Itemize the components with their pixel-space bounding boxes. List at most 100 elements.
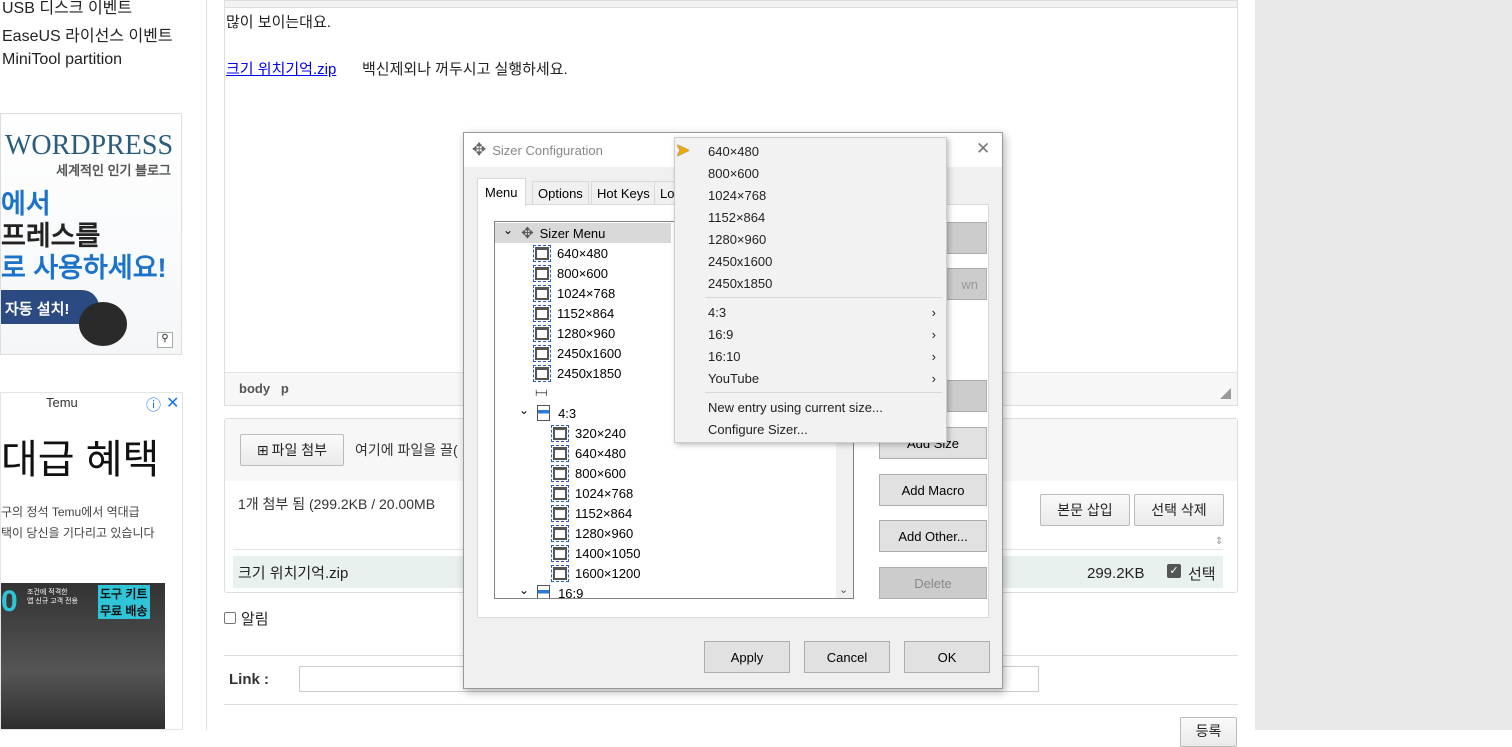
sidebar-link[interactable]: MiniTool partition [2,51,122,69]
tree-item[interactable]: 320×240 [551,423,626,443]
expand-chevron-icon[interactable]: ⌄ [519,403,529,417]
ad-logo: WORDPRESS [5,130,174,161]
tree-item[interactable]: 1152×864 [533,303,615,323]
tab-hot-keys[interactable]: Hot Keys [591,181,656,205]
tree-separator[interactable]: ⊢⊣ [535,383,548,403]
tree-item[interactable]: 1400×1050 [551,543,640,563]
window-icon [533,344,551,362]
dialog-title: Sizer Configuration [492,142,603,158]
tree-item-label: 16:9 [558,585,584,599]
select-checkbox[interactable]: ✓ [1167,564,1181,578]
attachment-link[interactable]: 크기 위치기억.zip [226,58,336,79]
window-icon [551,544,569,562]
menu-item-action[interactable]: Configure Sizer... [708,418,936,440]
ok-button[interactable]: OK [904,641,990,673]
menu-separator [705,392,942,393]
menu-item-label: 4:3 [708,304,727,320]
wordpress-ad[interactable]: WORDPRESS 세계적인 인기 블로그 에서 프레스를 로 사용하세요! 자… [0,113,182,355]
group-icon [537,585,551,598]
expand-chevron-icon[interactable]: ⌄ [519,583,529,597]
delete-selected-button[interactable]: 선택 삭제 [1134,494,1224,526]
menu-item-size[interactable]: 1280×960 [708,228,936,250]
tree-item[interactable]: 2450x1850 [533,363,621,383]
menu-item-submenu[interactable]: 4:3 › [708,301,936,323]
menu-item-size[interactable]: 1152×864 [708,206,936,228]
menu-item-size[interactable]: 1024×768 [708,184,936,206]
info-icon[interactable]: ⓘ [146,394,161,415]
window-icon [533,244,551,262]
tab-menu[interactable]: Menu [477,178,526,206]
page-background [1255,0,1512,730]
add-macro-button[interactable]: Add Macro [879,474,987,506]
cancel-button[interactable]: Cancel [804,641,890,673]
tree-item-label: 1600×1200 [575,565,641,581]
move-arrows-icon: ✥ [521,225,534,242]
tree-item[interactable]: 1280×960 [551,523,633,543]
move-arrows-icon: ✥ [472,140,487,159]
submenu-arrow-icon: › [931,348,936,364]
notify-label: 알림 [241,611,269,628]
drop-hint: 여기에 파일을 끌( [355,442,458,458]
tree-group[interactable]: ⌄ 16:9 [519,583,584,599]
ad-headline: 대급 혜택 [1,438,160,482]
tree-item[interactable]: 2450x1600 [533,343,622,363]
path-tag[interactable]: p [281,381,289,396]
window-icon [533,364,551,382]
tree-root[interactable]: ⌄ ✥ Sizer Menu [495,223,671,243]
menu-item-size[interactable]: 2450x1850 [708,272,936,294]
delete-button[interactable]: Delete [879,567,987,599]
menu-item-action[interactable]: New entry using current size... [708,396,936,418]
ad-desc: 구의 정석 Temu에서 역대급 [1,505,140,519]
menu-item-size[interactable]: 800×600 [708,162,936,184]
window-icon [551,504,569,522]
temu-ad[interactable]: Temu ⓘ ✕ 대급 혜택 구의 정석 Temu에서 역대급 택이 당신을 기… [0,392,183,730]
menu-item-submenu[interactable]: YouTube › [708,367,936,389]
tree-item[interactable]: 640×480 [533,243,608,263]
tree-item-label: 1152×864 [575,505,633,521]
editor-text: 많이 보이는대요. [226,14,331,31]
notify-checkbox[interactable] [224,612,236,624]
tree-item[interactable]: 800×600 [533,263,608,283]
menu-item-label: New entry using current size... [708,399,883,415]
menu-separator [705,297,942,298]
path-tag[interactable]: body [239,381,270,396]
add-other-button[interactable]: Add Other... [879,520,987,552]
menu-item-submenu[interactable]: 16:10 › [708,345,936,367]
submenu-arrow-icon: › [931,304,936,320]
attach-file-button[interactable]: ⊞ 파일 첨부 [240,434,344,466]
tree-item[interactable]: 1024×768 [533,283,615,303]
close-icon[interactable]: ✕ [976,139,990,159]
window-icon [551,524,569,542]
menu-item-size[interactable]: 2450x1600 [708,250,936,272]
sidebar-link[interactable]: USB 디스크 이벤트 [2,0,132,18]
close-icon[interactable]: ✕ [166,393,179,413]
tree-item[interactable]: 1024×768 [551,483,634,503]
tab-options[interactable]: Options [532,181,589,205]
submit-button[interactable]: 등록 [1180,717,1237,747]
menu-item-label: 2450x1600 [708,253,773,269]
file-plus-icon: ⊞ [256,441,269,458]
ad-banner-image: 0 조건에 적격한 앱 신규 고객 전용 도구 키트 무료 배송 [1,583,165,729]
tree-item[interactable]: 1280×960 [533,323,615,343]
tree-item-label: 2450x1600 [557,345,622,361]
tree-item[interactable]: 1152×864 [551,503,633,523]
tree-item[interactable]: 1600×1200 [551,563,641,583]
window-icon [551,424,569,442]
editor-text: 백신제외나 꺼두시고 실행하세요. [362,61,568,78]
tree-group[interactable]: ⌄ 4:3 [519,403,576,423]
tree-item-label: 800×600 [557,265,608,281]
sort-icon[interactable]: ⇕ [1215,536,1223,547]
sidebar-link[interactable]: EaseUS 라이선스 이벤트 [2,22,173,46]
tree-item-label: 1024×768 [575,485,634,501]
tree-item[interactable]: 640×480 [551,443,626,463]
menu-item-submenu[interactable]: 16:9 › [708,323,936,345]
insert-into-body-button[interactable]: 본문 삽입 [1040,494,1130,526]
tree-item-label: 1152×864 [557,305,615,321]
apply-button[interactable]: Apply [704,641,790,673]
menu-item-size[interactable]: 640×480 [708,140,936,162]
expand-chevron-icon[interactable]: ⌄ [503,223,513,237]
magnifier-icon[interactable]: ⚲ [157,332,173,348]
resize-handle[interactable] [1220,388,1231,399]
tree-item-label: Sizer Menu [539,225,606,241]
tree-item[interactable]: 800×600 [551,463,626,483]
